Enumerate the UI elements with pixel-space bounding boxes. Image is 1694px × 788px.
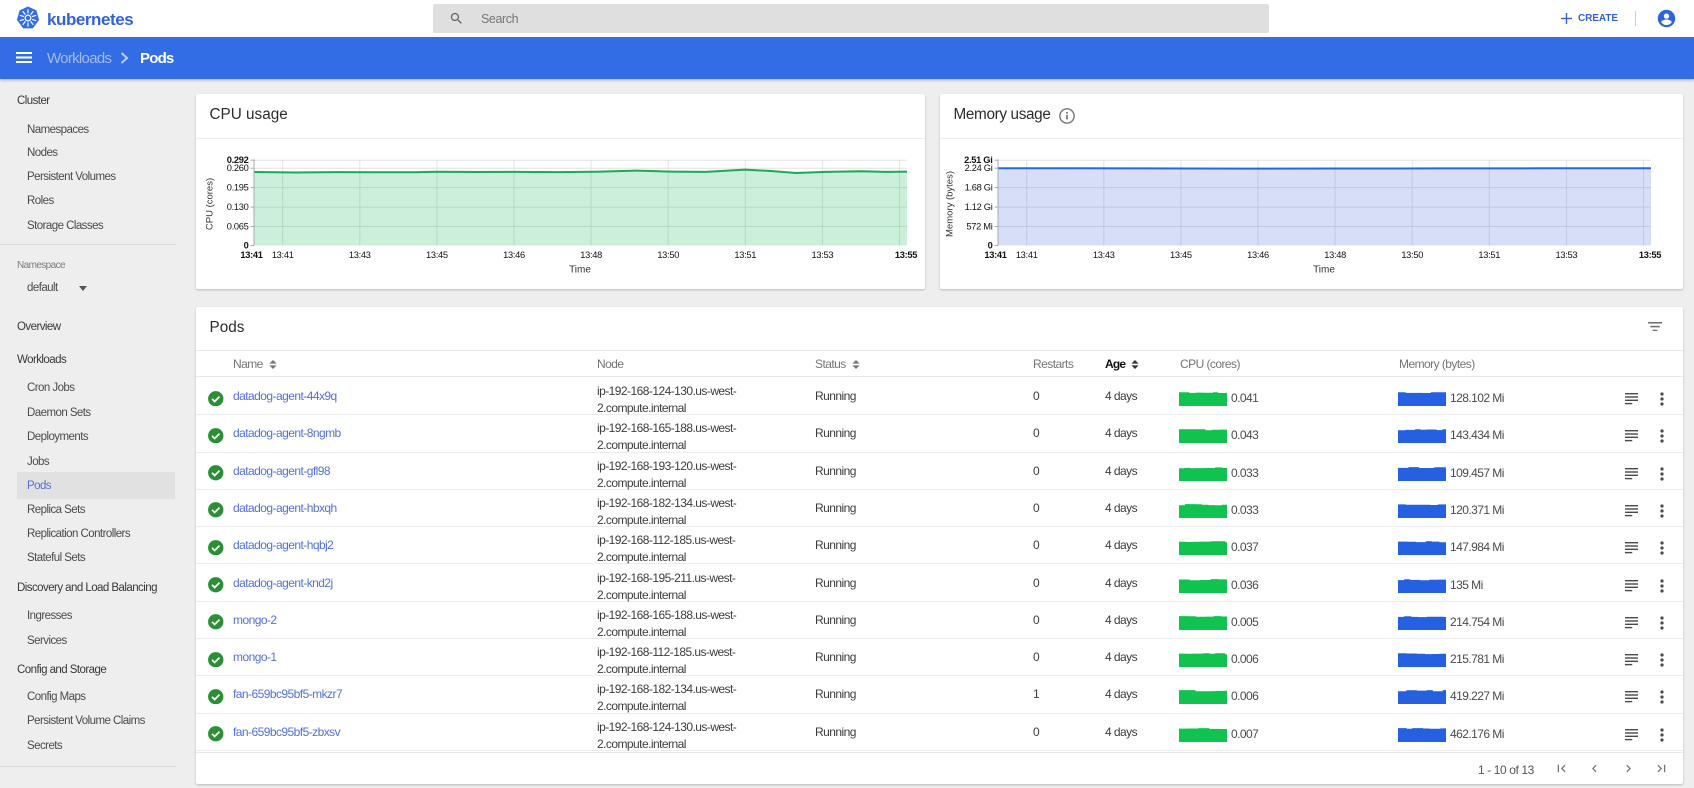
- svg-text:CPU (cores): CPU (cores): [205, 178, 216, 230]
- svg-text:13:43: 13:43: [349, 250, 371, 260]
- svg-text:0.260: 0.260: [227, 163, 249, 173]
- svg-text:13:46: 13:46: [1247, 250, 1269, 260]
- svg-text:572 Mi: 572 Mi: [966, 222, 992, 232]
- svg-text:13:41: 13:41: [272, 250, 294, 260]
- svg-text:1.12 Gi: 1.12 Gi: [965, 202, 993, 212]
- svg-text:0: 0: [244, 241, 249, 251]
- svg-text:0.195: 0.195: [227, 183, 249, 193]
- svg-text:0.130: 0.130: [227, 202, 249, 212]
- svg-text:13:41: 13:41: [240, 250, 262, 260]
- svg-text:13:55: 13:55: [895, 250, 917, 260]
- svg-text:13:43: 13:43: [1093, 250, 1115, 260]
- svg-text:13:50: 13:50: [657, 250, 679, 260]
- svg-text:13:55: 13:55: [1639, 250, 1661, 260]
- svg-text:13:48: 13:48: [1324, 250, 1346, 260]
- svg-text:13:45: 13:45: [1170, 250, 1192, 260]
- svg-text:13:41: 13:41: [984, 250, 1006, 260]
- svg-text:Time: Time: [569, 265, 591, 276]
- svg-text:2.24 Gi: 2.24 Gi: [965, 163, 993, 173]
- svg-text:Time: Time: [1313, 265, 1335, 276]
- svg-text:0.065: 0.065: [227, 222, 249, 232]
- svg-text:13:51: 13:51: [734, 250, 756, 260]
- svg-text:13:45: 13:45: [426, 250, 448, 260]
- svg-text:1.68 Gi: 1.68 Gi: [965, 183, 993, 193]
- svg-text:Memory (bytes): Memory (bytes): [945, 171, 956, 237]
- svg-text:13:41: 13:41: [1016, 250, 1038, 260]
- svg-text:13:53: 13:53: [812, 250, 834, 260]
- svg-text:13:50: 13:50: [1401, 250, 1423, 260]
- svg-text:0: 0: [988, 241, 993, 251]
- svg-text:13:53: 13:53: [1556, 250, 1578, 260]
- svg-text:13:51: 13:51: [1478, 250, 1500, 260]
- svg-text:13:46: 13:46: [503, 250, 525, 260]
- svg-text:13:48: 13:48: [580, 250, 602, 260]
